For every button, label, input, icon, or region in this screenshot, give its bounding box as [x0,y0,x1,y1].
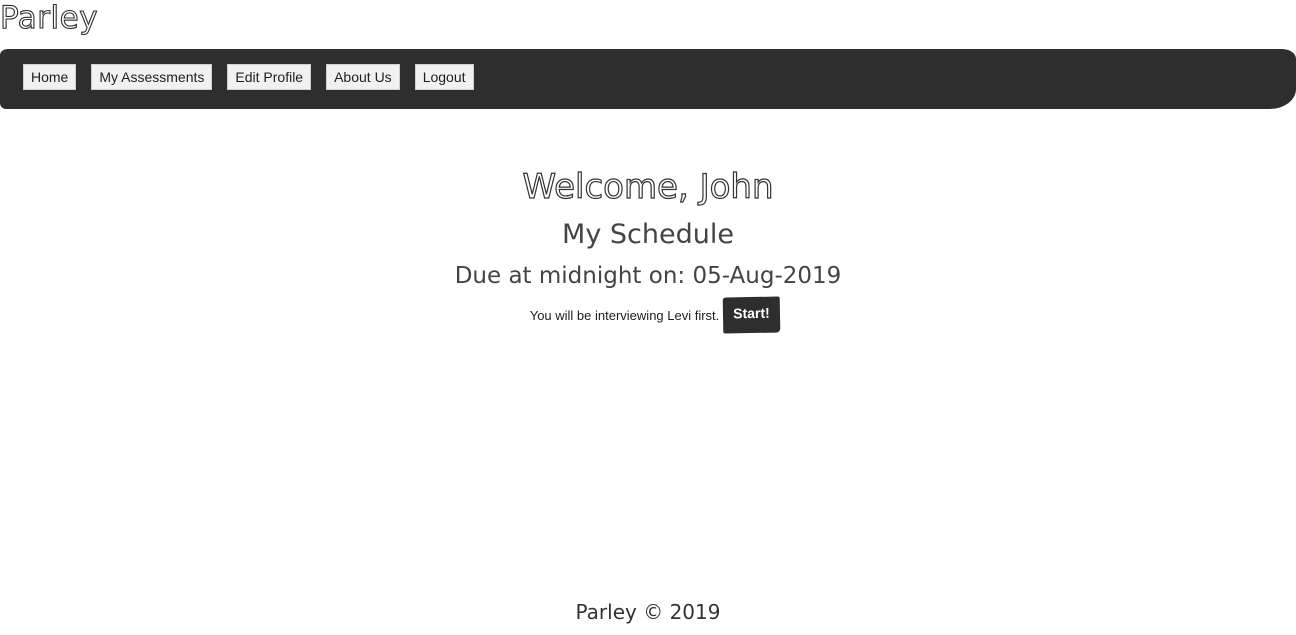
start-button[interactable]: Start! [722,296,781,334]
interview-row: You will be interviewing Levi first. Sta… [14,296,1296,334]
interview-message: You will be interviewing Levi first. [529,307,720,323]
nav-about-us-button[interactable]: About Us [326,64,400,90]
footer-text: Parley © 2019 [575,600,721,624]
nav-logout-button[interactable]: Logout [414,64,474,90]
navbar: Home My Assessments Edit Profile About U… [0,49,1296,109]
site-logo[interactable]: Parley [0,0,98,38]
main-content: Welcome, John My Schedule Due at midnigh… [0,163,1296,334]
nav-home-button[interactable]: Home [23,64,77,90]
due-date-text: Due at midnight on: 05-Aug-2019 [454,263,842,289]
welcome-heading: Welcome, John [522,166,774,207]
nav-edit-profile-button[interactable]: Edit Profile [227,64,312,90]
page: Parley Home My Assessments Edit Profile … [0,0,1296,635]
schedule-heading: My Schedule [562,219,734,250]
nav-my-assessments-button[interactable]: My Assessments [91,64,213,90]
